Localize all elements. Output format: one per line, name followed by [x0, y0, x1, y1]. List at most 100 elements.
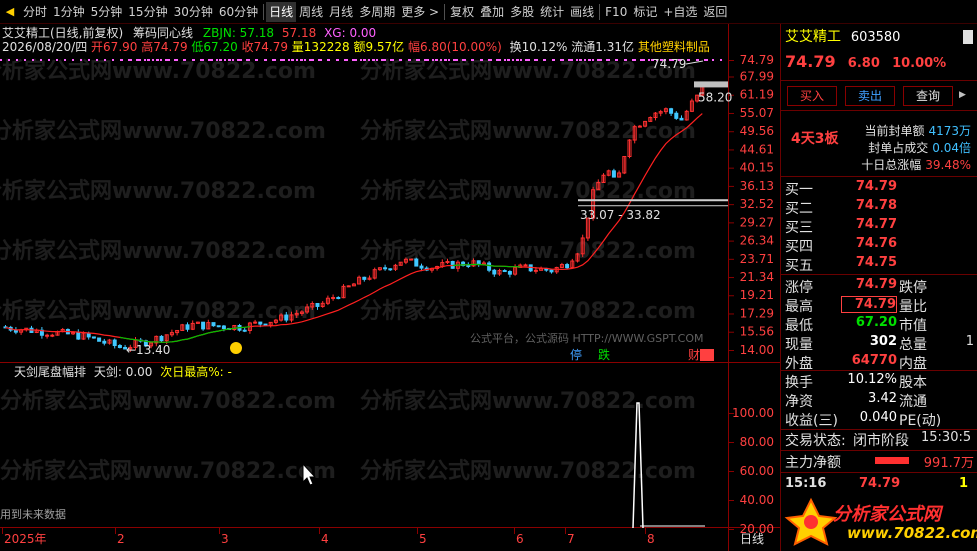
detail-label: 最低 [785, 318, 813, 334]
tianjian-value: 天剑: 0.00 [93, 365, 153, 379]
toolbar-button-6[interactable]: 日线 [266, 1, 297, 22]
fund-value: 10.12% [847, 372, 897, 387]
indicator-title[interactable]: 天剑尾盘幅排 [14, 365, 86, 379]
limit-marker-dot [399, 59, 402, 61]
kline-chart[interactable]: 分析家公式网www.70822.com 分析家公式网www.70822.com 分析… [0, 24, 780, 551]
formula-site-text: 公式平台，公式源码 HTTP://WWW.GSPT.COM [470, 331, 704, 345]
bid-row[interactable]: 买五 74.75 [781, 255, 977, 274]
quote-header: 艾艾精工 603580 [785, 26, 900, 46]
candle-up [331, 297, 336, 300]
limit-marker-dot [237, 59, 240, 61]
limit-marker-dot [345, 59, 348, 61]
info-turnover: 换10.12% [509, 40, 568, 54]
candle-down [315, 302, 320, 307]
toolbar-button-8[interactable]: 月线 [326, 2, 356, 22]
toolbar-button-11[interactable]: 复权 [447, 2, 477, 22]
toolbar-button-18[interactable]: +自选 [660, 2, 700, 22]
limit-marker-dot [381, 59, 384, 61]
limit-marker-dot [417, 59, 420, 61]
info-close: 收74.79 [241, 40, 288, 54]
toolbar-button-14[interactable]: 统计 [537, 2, 567, 22]
toolbar-button-19[interactable]: 返回 [700, 2, 730, 22]
query-button[interactable]: 查询 [903, 86, 953, 106]
fund-value: 0.040 [859, 410, 897, 425]
candle-up [533, 269, 538, 272]
candle-up [409, 258, 414, 261]
toolbar-button-3[interactable]: 15分钟 [125, 2, 170, 22]
toolbar-button-5[interactable]: 60分钟 [216, 2, 261, 22]
toolbar-button-12[interactable]: 叠加 [477, 2, 507, 22]
toolbar-button-13[interactable]: 多股 [507, 2, 537, 22]
limit-marker-dot [498, 59, 501, 61]
limit-marker-dot [327, 59, 330, 61]
candle-up [346, 285, 351, 288]
candle-up [637, 125, 642, 128]
price-axis-label: 67.99 [740, 69, 774, 83]
toolbar-button-7[interactable]: 周线 [296, 2, 326, 22]
detail-value: 67.20 [855, 315, 897, 330]
toolbar-separator [599, 3, 601, 20]
x-tick [219, 528, 220, 534]
limit-marker-dot [570, 59, 573, 61]
quote-panel: 艾艾精工 603580 74.79 6.80 10.00% 买入 卖出 查询 ▶… [780, 24, 977, 551]
support-bar [694, 81, 728, 88]
limit-marker-dot [255, 59, 258, 61]
limit-marker-dot [228, 59, 231, 61]
price-axis-label: 49.56 [740, 124, 774, 138]
toolbar-button-17[interactable]: 标记 [630, 2, 660, 22]
toolbar-button-10[interactable]: 更多 > [398, 2, 442, 22]
bid-row[interactable]: 买二 74.78 [781, 198, 977, 217]
bid-row[interactable]: 买三 74.77 [781, 217, 977, 236]
info-open: 开67.90 [91, 40, 138, 54]
limit-marker-dot [552, 59, 555, 61]
candle-down [201, 321, 206, 330]
chart-area[interactable]: 分析家公式网www.70822.com 分析家公式网www.70822.com 分析… [0, 24, 780, 551]
toolbar-button-0[interactable]: 分时 [20, 2, 50, 22]
watermark-text: 分析家公式网www.70822.com [0, 238, 326, 264]
watermark-text: 分析家公式网www.70822.com [0, 58, 316, 84]
sell-button[interactable]: 卖出 [845, 86, 895, 106]
toolbar-button-15[interactable]: 画线 [567, 2, 597, 22]
toolbar-button-2[interactable]: 5分钟 [88, 2, 126, 22]
stock-code: 603580 [850, 30, 901, 45]
indicator-info-line: 天剑尾盘幅排 天剑: 0.00 次日最高%: - [2, 363, 232, 380]
fund-label2: 流通 [899, 394, 927, 410]
x-tick [565, 528, 566, 534]
limit-marker-dot [147, 59, 150, 61]
bid-row[interactable]: 买一 74.79 [781, 179, 977, 198]
fund-label: 收益(三) [785, 413, 838, 429]
price-axis-label: 40.15 [740, 161, 774, 175]
detail-row: 涨停 74.79 跌停 [781, 277, 977, 296]
limit-marker-dot [210, 59, 213, 61]
detail-label2: 总量 [899, 337, 927, 353]
back-arrow-icon[interactable]: ◀ [3, 5, 17, 19]
price-axis-label: 32.52 [740, 197, 774, 211]
x-axis-label: 4 [321, 532, 329, 546]
limit-marker-dot [462, 59, 465, 61]
limit-marker-dot [363, 59, 366, 61]
limit-marker-dot [534, 59, 537, 61]
support-price-label: 58.20 [698, 90, 732, 104]
detail-label: 现量 [785, 337, 813, 353]
bid-price: 74.79 [855, 179, 897, 194]
candle-down [674, 112, 679, 119]
info-sector[interactable]: 其他塑料制品 [638, 40, 710, 54]
candle-down [336, 297, 341, 300]
candle-down [216, 325, 221, 328]
candle-down [221, 325, 226, 329]
toolbar-button-4[interactable]: 30分钟 [171, 2, 216, 22]
bid-row[interactable]: 买四 74.76 [781, 236, 977, 255]
toolbar-button-1[interactable]: 1分钟 [50, 2, 88, 22]
limit-stat-value: 4173万 [928, 124, 971, 138]
panel-toggle-button[interactable] [963, 30, 973, 44]
limit-marker-dot [615, 59, 618, 61]
buy-button[interactable]: 买入 [787, 86, 837, 106]
toolbar-button-16[interactable]: F10 [602, 2, 630, 22]
toolbar-button-9[interactable]: 多周期 [356, 2, 398, 22]
limit-marker-dot [264, 59, 267, 61]
candle-down [565, 264, 570, 269]
toolbar-separator [263, 3, 265, 20]
candle-down [76, 331, 81, 340]
limit-marker-dot [624, 59, 627, 61]
more-icon[interactable]: ▶ [959, 90, 969, 104]
